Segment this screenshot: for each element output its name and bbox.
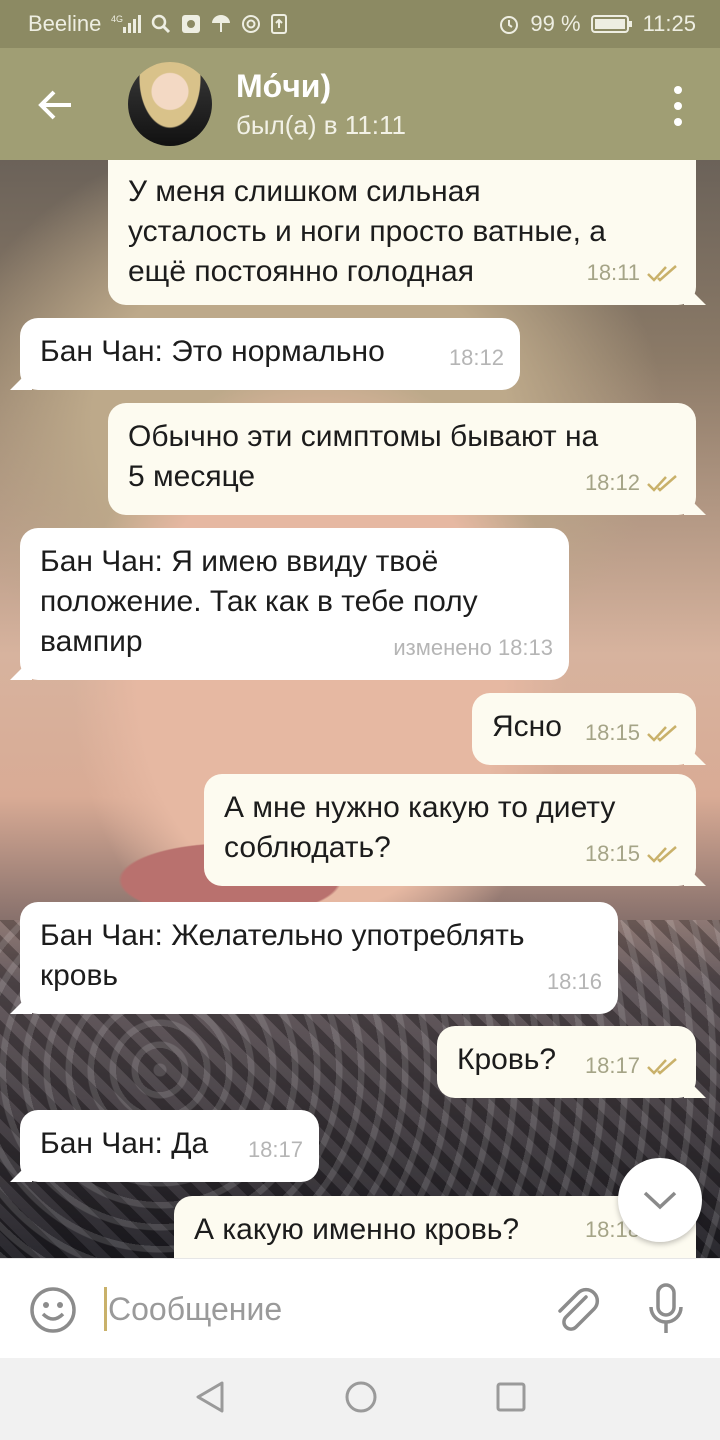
back-button[interactable] bbox=[32, 82, 78, 128]
status-bar-left: Beeline 4G bbox=[28, 11, 288, 37]
last-seen-status: был(а) в 11:11 bbox=[236, 110, 406, 140]
nav-back-button[interactable] bbox=[194, 1380, 226, 1419]
battery-icon bbox=[590, 14, 633, 34]
message-outgoing[interactable]: Ясно 18:15 bbox=[472, 693, 696, 765]
search-icon bbox=[151, 14, 171, 34]
battery-percent: 99 % bbox=[530, 11, 581, 36]
dot-icon bbox=[674, 102, 682, 110]
signal-icon: 4G bbox=[111, 13, 142, 35]
paperclip-icon bbox=[558, 1287, 600, 1331]
upload-icon bbox=[271, 14, 288, 34]
double-check-icon bbox=[647, 475, 677, 492]
alarm-icon bbox=[498, 13, 520, 35]
message-meta: 18:16 bbox=[547, 962, 602, 1002]
message-meta: 18:15 bbox=[585, 834, 680, 874]
dot-icon bbox=[674, 86, 682, 94]
message-outgoing[interactable]: У меня слишком сильная усталость и ноги … bbox=[108, 160, 696, 305]
square-recents-icon bbox=[496, 1382, 526, 1411]
microphone-icon bbox=[649, 1283, 683, 1333]
double-check-icon bbox=[647, 1058, 677, 1075]
message-input[interactable] bbox=[108, 1283, 528, 1335]
message-incoming[interactable]: Бан Чан: Это нормально 18:12 bbox=[20, 318, 520, 390]
message-incoming[interactable]: Бан Чан: Да 18:17 bbox=[20, 1110, 319, 1182]
chevron-down-icon bbox=[643, 1191, 677, 1210]
svg-text:4G: 4G bbox=[111, 14, 123, 24]
message-meta: изменено 18:13 bbox=[393, 628, 553, 668]
double-check-icon bbox=[647, 265, 677, 282]
chat-title[interactable]: Мо́чи) bbox=[236, 68, 331, 105]
status-bar-right: 99 % 11:25 bbox=[498, 11, 696, 37]
microphone-button[interactable] bbox=[646, 1281, 686, 1339]
message-time: изменено 18:13 bbox=[393, 635, 553, 660]
message-time: 18:11 bbox=[586, 260, 640, 285]
message-meta: 18:12 bbox=[585, 463, 680, 503]
nav-home-button[interactable] bbox=[344, 1380, 378, 1419]
message-outgoing[interactable]: Обычно эти симптомы бывают на 5 месяце 1… bbox=[108, 403, 696, 515]
carrier-name: Beeline bbox=[28, 11, 102, 36]
at-icon bbox=[241, 14, 261, 34]
message-meta: 18:12 bbox=[449, 338, 504, 378]
double-check-icon bbox=[647, 846, 677, 863]
gallery-icon bbox=[181, 14, 201, 34]
message-time: 18:12 bbox=[448, 345, 504, 370]
message-meta: 18:17 bbox=[248, 1130, 303, 1170]
message-composer bbox=[0, 1258, 720, 1358]
message-incoming[interactable]: Бан Чан: Желательно употреблять кровь 18… bbox=[20, 902, 618, 1014]
dot-icon bbox=[674, 118, 682, 126]
text-cursor bbox=[104, 1287, 107, 1331]
message-time: 18:12 bbox=[584, 470, 640, 495]
status-bar: Beeline 4G 99 % 11:25 bbox=[0, 0, 720, 48]
circle-home-icon bbox=[345, 1381, 377, 1412]
message-text: Бан Чан: Это нормально bbox=[40, 335, 385, 368]
message-time: 18:17 bbox=[584, 1053, 640, 1078]
scroll-to-bottom-button[interactable] bbox=[618, 1158, 702, 1242]
message-meta: 18:11 bbox=[587, 253, 680, 293]
nav-recents-button[interactable] bbox=[496, 1382, 526, 1417]
message-meta: 18:17 bbox=[585, 1046, 680, 1086]
attach-button[interactable] bbox=[552, 1283, 602, 1337]
chat-area[interactable]: У меня слишком сильная усталость и ноги … bbox=[0, 160, 720, 1258]
message-time: 18:16 bbox=[546, 969, 602, 994]
umbrella-icon bbox=[211, 14, 231, 34]
message-text: Бан Чан: Желательно употреблять кровь bbox=[40, 919, 525, 992]
system-navigation-bar bbox=[0, 1358, 720, 1440]
chat-header: Мо́чи) был(а) в 11:11 bbox=[0, 48, 720, 160]
message-incoming[interactable]: Бан Чан: Я имею ввиду твоё положение. Та… bbox=[20, 528, 569, 680]
message-time: 18:15 bbox=[584, 841, 640, 866]
message-outgoing[interactable]: Кровь? 18:17 bbox=[437, 1026, 696, 1098]
smiley-icon bbox=[30, 1287, 76, 1333]
message-time: 18:15 bbox=[584, 720, 640, 745]
message-meta: 18:15 bbox=[585, 713, 680, 753]
message-time: 18:17 bbox=[247, 1137, 303, 1162]
emoji-button[interactable] bbox=[28, 1285, 78, 1335]
arrow-left-icon bbox=[38, 90, 71, 120]
more-options-button[interactable] bbox=[666, 86, 690, 126]
avatar[interactable] bbox=[128, 62, 212, 146]
triangle-back-icon bbox=[196, 1381, 224, 1412]
double-check-icon bbox=[647, 725, 677, 742]
message-outgoing[interactable]: А мне нужно какую то диету соблюдать? 18… bbox=[204, 774, 696, 886]
clock: 11:25 bbox=[642, 11, 696, 36]
